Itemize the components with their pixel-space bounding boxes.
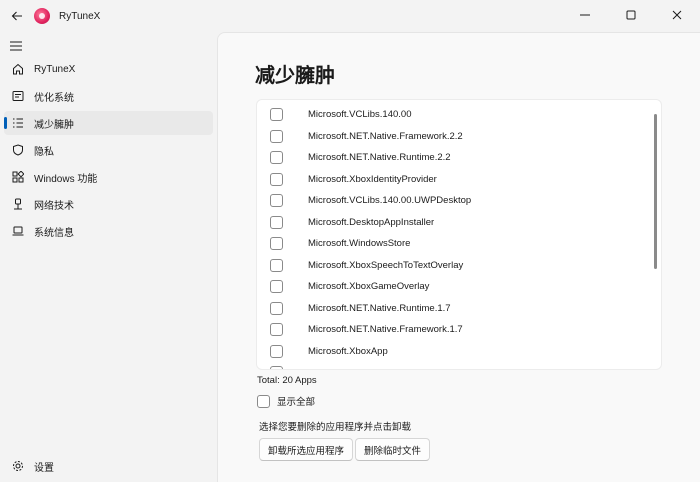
sidebar-item-windows-features[interactable]: Windows 功能 xyxy=(4,165,213,189)
app-name: Microsoft.NET.Native.Framework.1.7 xyxy=(308,324,463,335)
optimize-icon xyxy=(10,88,26,104)
maximize-button[interactable] xyxy=(608,0,654,30)
list-item[interactable]: Microsoft.XboxApp xyxy=(257,341,647,362)
app-checkbox[interactable] xyxy=(270,215,283,229)
list-item[interactable]: Microsoft.DesktopAppInstaller xyxy=(257,212,647,233)
sidebar-item-label: 网络技术 xyxy=(34,200,74,212)
sidebar: RyTuneX 优化系统 减少臃肿 隐私 Windows 功能 网络技术 系统信… xyxy=(0,32,217,482)
sidebar-item-label: 减少臃肿 xyxy=(34,119,74,131)
app-name: Microsoft.VCLibs.140.00 xyxy=(308,109,412,120)
sidebar-item-home[interactable]: RyTuneX xyxy=(4,57,213,81)
arrow-left-icon xyxy=(11,11,22,21)
list-item[interactable]: Microsoft.NET.Native.Framework.2.2 xyxy=(257,126,647,147)
sidebar-item-label: RyTuneX xyxy=(34,63,76,75)
app-checkbox[interactable] xyxy=(270,366,283,369)
list-scrollbar[interactable] xyxy=(654,114,657,269)
uninstall-selected-button[interactable]: 卸载所选应用程序 xyxy=(259,438,354,461)
gear-icon xyxy=(10,458,26,474)
laptop-icon xyxy=(10,223,26,239)
list-item[interactable]: Microsoft.XboxSpeechToTextOverlay xyxy=(257,255,647,276)
app-name: Microsoft.NET.Native.Framework.2.2 xyxy=(308,130,463,142)
list-item[interactable]: Microsoft.VCLibs.140.00.UWPDesktop xyxy=(257,190,647,211)
app-name: Microsoft.XboxSpeechToTextOverlay xyxy=(308,259,464,271)
list-icon xyxy=(10,115,26,131)
close-icon xyxy=(672,10,682,20)
app-checkbox[interactable] xyxy=(270,172,283,186)
apps-icon xyxy=(10,169,26,185)
sidebar-item-network[interactable]: 网络技术 xyxy=(4,192,213,216)
list-item[interactable]: Microsoft.XboxIdentityProvider xyxy=(257,169,647,190)
total-apps-count: Total: 20 Apps xyxy=(257,375,317,386)
title-bar: RyTuneX xyxy=(0,0,700,32)
page-title: 减少臃肿 xyxy=(255,65,335,87)
minimize-button[interactable] xyxy=(562,0,608,30)
home-icon xyxy=(10,61,26,77)
app-checkbox[interactable] xyxy=(270,129,283,143)
list-item[interactable] xyxy=(257,362,647,369)
sidebar-item-label: Windows 功能 xyxy=(34,173,98,185)
sidebar-item-label: 系统信息 xyxy=(34,227,74,239)
instruction-text: 选择您要删除的应用程序并点击卸载 xyxy=(259,422,412,433)
app-checkbox[interactable] xyxy=(270,323,283,336)
main-content: 减少臃肿 Microsoft.VCLibs.140.00 Microsoft.N… xyxy=(217,32,700,482)
network-icon xyxy=(10,196,26,212)
nav-list: RyTuneX 优化系统 减少臃肿 隐私 Windows 功能 网络技术 系统信… xyxy=(4,57,213,246)
app-name: Microsoft.NET.Native.Runtime.2.2 xyxy=(308,152,451,163)
app-title: RyTuneX xyxy=(59,10,101,22)
sidebar-item-system-info[interactable]: 系统信息 xyxy=(4,219,213,243)
minimize-icon xyxy=(580,14,590,16)
app-logo xyxy=(34,8,50,24)
sidebar-item-optimize[interactable]: 优化系统 xyxy=(4,84,213,108)
menu-toggle-button[interactable] xyxy=(4,34,28,58)
sidebar-item-label: 优化系统 xyxy=(34,92,74,104)
close-button[interactable] xyxy=(654,0,700,30)
sidebar-item-privacy[interactable]: 隐私 xyxy=(4,138,213,162)
list-item[interactable]: Microsoft.VCLibs.140.00 xyxy=(257,104,647,125)
back-button[interactable] xyxy=(2,1,32,31)
show-all-checkbox[interactable]: 显示全部 xyxy=(257,394,315,408)
delete-temp-files-button[interactable]: 删除临时文件 xyxy=(355,438,431,461)
app-checkbox[interactable] xyxy=(270,237,283,250)
app-checkbox[interactable] xyxy=(270,344,283,358)
app-checkbox[interactable] xyxy=(270,301,283,315)
sidebar-item-debloat[interactable]: 减少臃肿 xyxy=(4,111,213,135)
sidebar-item-label: 隐私 xyxy=(34,146,54,158)
app-name: Microsoft.XboxApp xyxy=(308,345,388,357)
list-item[interactable]: Microsoft.NET.Native.Runtime.1.7 xyxy=(257,298,647,319)
app-name: Microsoft.XboxGameOverlay xyxy=(308,281,430,292)
show-all-checkbox-box[interactable] xyxy=(257,394,270,408)
list-item[interactable]: Microsoft.NET.Native.Runtime.2.2 xyxy=(257,147,647,168)
app-list: Microsoft.VCLibs.140.00 Microsoft.NET.Na… xyxy=(256,99,662,370)
app-checkbox[interactable] xyxy=(270,108,283,121)
show-all-label: 显示全部 xyxy=(277,397,316,408)
app-name: Microsoft.VCLibs.140.00.UWPDesktop xyxy=(308,195,472,206)
list-item[interactable]: Microsoft.WindowsStore xyxy=(257,233,647,254)
app-checkbox[interactable] xyxy=(270,151,283,164)
list-item[interactable]: Microsoft.XboxGameOverlay xyxy=(257,276,647,297)
settings-label: 设置 xyxy=(34,462,54,474)
app-name: Microsoft.XboxIdentityProvider xyxy=(308,173,437,185)
app-checkbox[interactable] xyxy=(270,194,283,207)
list-item[interactable]: Microsoft.NET.Native.Framework.1.7 xyxy=(257,319,647,340)
app-name: Microsoft.NET.Native.Runtime.1.7 xyxy=(308,302,451,314)
app-checkbox[interactable] xyxy=(270,280,283,293)
sidebar-item-settings[interactable]: 设置 xyxy=(4,454,213,478)
window-controls xyxy=(562,0,700,30)
app-name: Microsoft.DesktopAppInstaller xyxy=(308,216,435,228)
maximize-icon xyxy=(626,10,636,20)
app-name: Microsoft.WindowsStore xyxy=(308,238,411,249)
shield-icon xyxy=(10,142,26,158)
app-checkbox[interactable] xyxy=(270,258,283,272)
hamburger-icon xyxy=(10,41,22,51)
